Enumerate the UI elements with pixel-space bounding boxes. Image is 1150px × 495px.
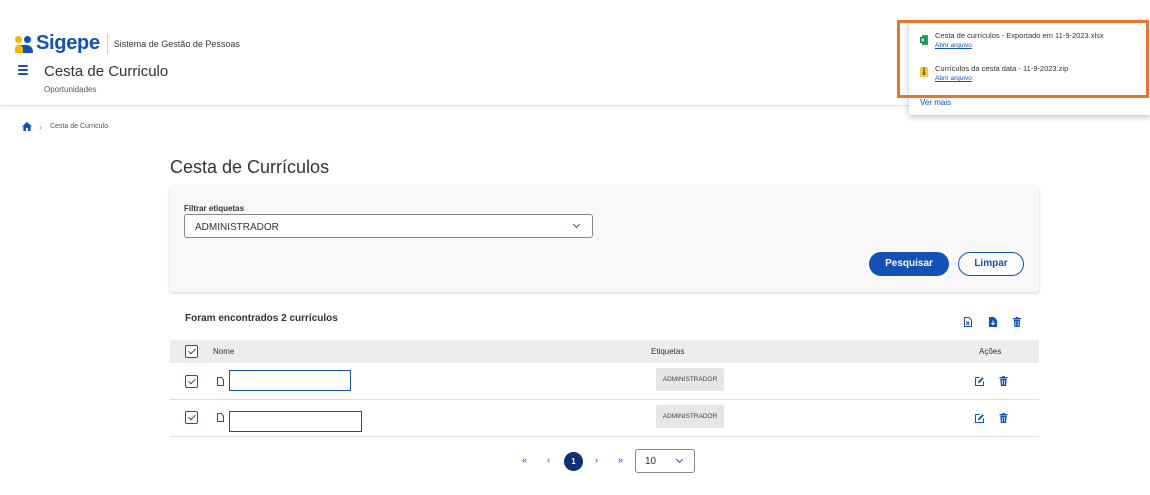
current-page-button[interactable]: 1 — [564, 452, 583, 471]
column-header-tags: Etiquetas — [651, 347, 685, 356]
chevron-down-icon — [675, 455, 684, 464]
trash-all-icon[interactable] — [1013, 317, 1021, 327]
logo-text: Sigepe — [36, 32, 100, 54]
app-subtitle: Oportunidades — [44, 85, 97, 94]
logo-subtitle: Sistema de Gestão de Pessoas — [113, 38, 240, 49]
file-icon — [217, 413, 224, 422]
search-button[interactable]: Pesquisar — [869, 252, 949, 276]
clear-button[interactable]: Limpar — [958, 252, 1024, 276]
export-excel-icon[interactable] — [964, 317, 972, 327]
download-file-icon[interactable] — [989, 317, 997, 327]
table-row: ADMINISTRADOR — [170, 400, 1039, 437]
results-count: Foram encontrados 2 currículos — [185, 313, 338, 324]
edit-icon[interactable] — [975, 413, 984, 423]
row-checkbox[interactable] — [185, 411, 198, 424]
edit-icon[interactable] — [975, 376, 984, 386]
hamburger-menu-icon[interactable] — [18, 65, 28, 75]
page-title: Cesta de Currículos — [170, 157, 330, 177]
page-size-value: 10 — [645, 456, 657, 467]
last-page-icon[interactable]: » — [618, 455, 623, 465]
select-all-checkbox[interactable] — [185, 345, 198, 358]
next-page-icon[interactable]: › — [595, 455, 598, 465]
previous-page-icon[interactable]: ‹ — [547, 455, 550, 465]
candidate-name-field[interactable] — [229, 411, 362, 432]
see-more-link[interactable]: Ver mais — [920, 98, 951, 107]
highlight-box — [897, 20, 1149, 98]
delete-icon[interactable] — [999, 376, 1008, 386]
breadcrumb-current: Cesta de Curriculo — [50, 123, 108, 130]
column-header-actions: Ações — [979, 347, 1002, 356]
breadcrumb-chevron-icon: › — [39, 123, 42, 132]
sigepe-logo-mark — [15, 35, 33, 53]
tag-filter-value: ADMINISTRADOR — [195, 222, 279, 233]
delete-icon[interactable] — [999, 413, 1008, 423]
sigepe-logo[interactable]: Sigepe Sistema de Gestão de Pessoas — [15, 32, 240, 55]
tag-filter-select[interactable]: ADMINISTRADOR — [184, 214, 593, 238]
filter-label: Filtrar etiquetas — [184, 204, 245, 213]
home-icon[interactable] — [22, 122, 32, 131]
tag-badge: ADMINISTRADOR — [656, 368, 724, 391]
first-page-icon[interactable]: « — [522, 455, 527, 465]
filter-card: Filtrar etiquetas ADMINISTRADOR Pesquisa… — [170, 186, 1039, 292]
chevron-down-icon — [572, 220, 581, 229]
app-title: Cesta de Curriculo — [44, 63, 169, 80]
tag-badge: ADMINISTRADOR — [656, 405, 724, 428]
table-row: ADMINISTRADOR — [170, 363, 1039, 400]
table-header: Nome Etiquetas Ações — [170, 340, 1039, 363]
file-icon — [217, 377, 224, 386]
row-checkbox[interactable] — [185, 375, 198, 388]
candidate-name-field[interactable] — [229, 370, 351, 391]
page-size-select[interactable]: 10 — [635, 449, 695, 473]
column-header-name: Nome — [213, 347, 235, 356]
